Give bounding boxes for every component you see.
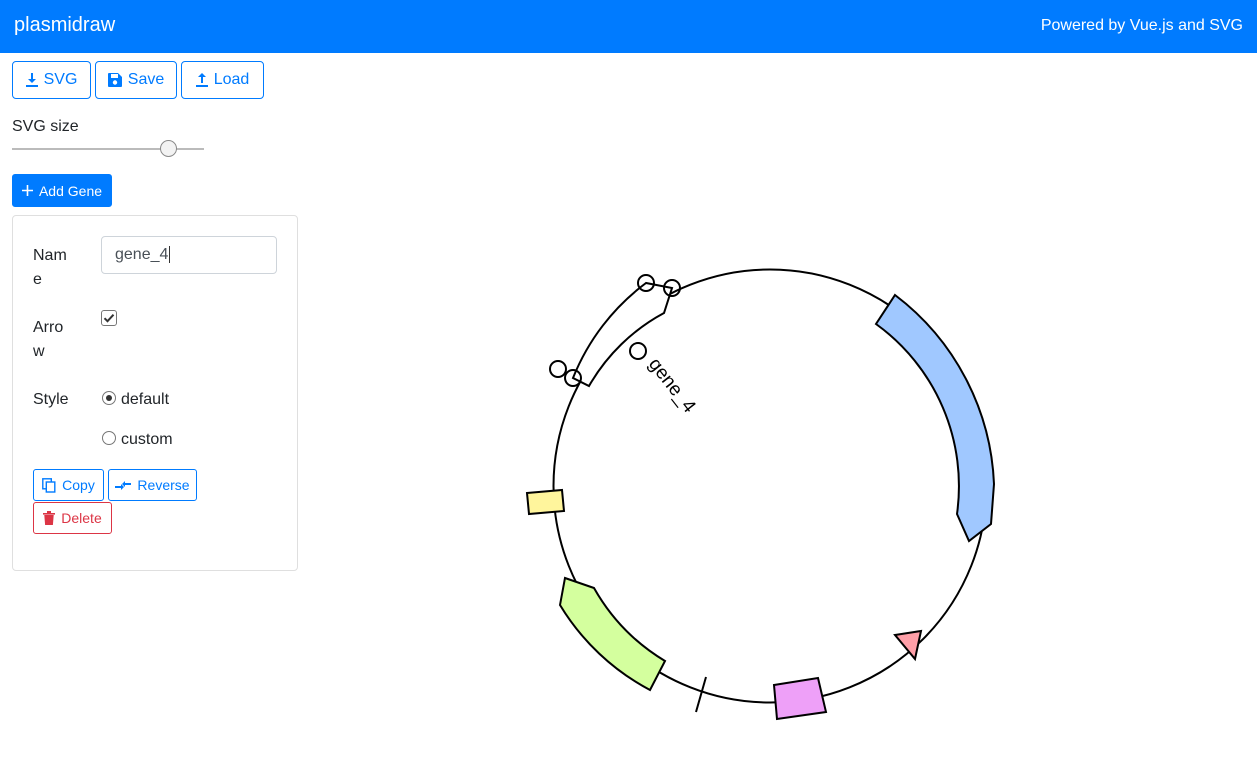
plasmid-origin-tick xyxy=(695,676,707,713)
gene-green-arrow[interactable] xyxy=(558,576,667,692)
gene-magenta-box[interactable] xyxy=(772,676,828,721)
gene-4-label-handle[interactable] xyxy=(629,342,647,360)
gene-4-label: gene_4 xyxy=(644,354,700,417)
gene-pink-triangle[interactable] xyxy=(893,629,923,662)
gene-yellow-box[interactable] xyxy=(525,488,566,516)
plasmid-map[interactable]: gene_4 xyxy=(0,0,1257,769)
gene-4-handle-start-outer[interactable] xyxy=(549,360,567,378)
gene-blue-arrow[interactable] xyxy=(874,293,996,543)
